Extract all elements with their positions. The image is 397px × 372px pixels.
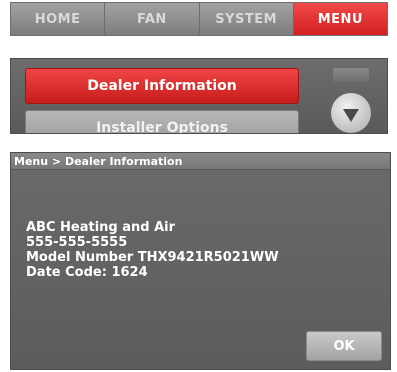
tab-fan[interactable]: FAN <box>105 3 200 35</box>
dealer-information-screen: Menu > Dealer Information ABC Heating an… <box>10 152 391 370</box>
scroll-down-button[interactable] <box>331 93 371 133</box>
menu-item-installer-options[interactable]: Installer Options <box>25 110 299 133</box>
phone-number: 555-555-5555 <box>26 235 128 250</box>
scroll-up-button[interactable] <box>333 68 369 82</box>
triangle-down-icon <box>343 108 359 122</box>
company-name: ABC Heating and Air <box>26 220 176 235</box>
model-number: Model Number THX9421R5021WW <box>26 250 279 265</box>
tab-menu[interactable]: MENU <box>293 3 387 35</box>
menu-item-dealer-information[interactable]: Dealer Information <box>25 68 299 104</box>
breadcrumb: Menu > Dealer Information <box>11 153 390 170</box>
tab-home[interactable]: HOME <box>11 3 106 35</box>
ok-button[interactable]: OK <box>306 331 382 361</box>
date-code: Date Code: 1624 <box>26 265 148 280</box>
menu-list-panel: Dealer Information Installer Options <box>10 58 388 134</box>
tab-system[interactable]: SYSTEM <box>199 3 294 35</box>
top-tab-bar: HOME FAN SYSTEM MENU <box>10 2 388 36</box>
dealer-info-block: ABC Heating and Air 555-555-5555 Model N… <box>26 220 279 280</box>
